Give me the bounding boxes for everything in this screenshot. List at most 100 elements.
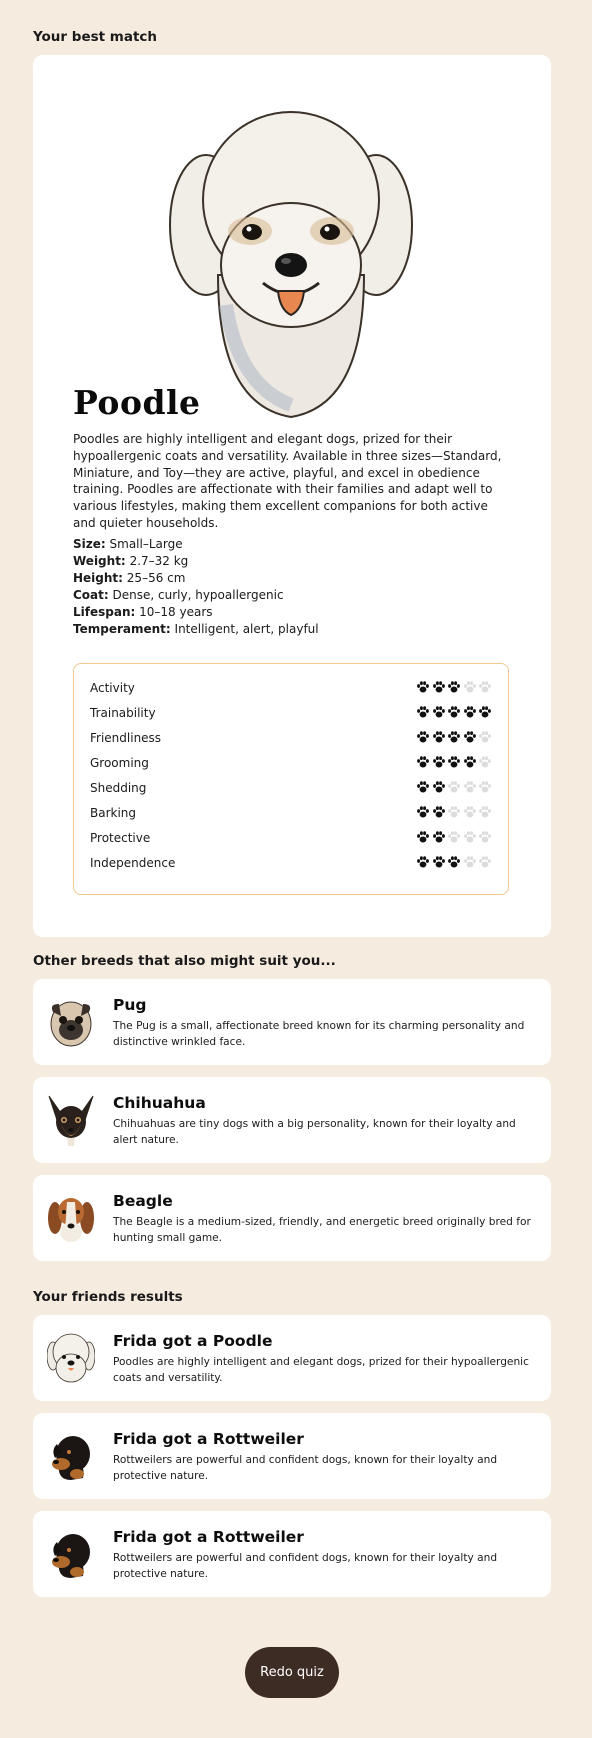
paw-empty-icon: [463, 805, 477, 819]
paw-filled-icon: [416, 780, 430, 794]
fact-value: Intelligent, alert, playful: [174, 622, 319, 636]
paw-empty-icon: [478, 855, 492, 869]
rottweiler-icon: [52, 1534, 90, 1578]
fact-temperament: Temperament: Intelligent, alert, playful: [73, 621, 319, 638]
paw-rating: [415, 830, 493, 846]
breed-card-description: Chihuahuas are tiny dogs with a big pers…: [113, 1118, 516, 1146]
paw-filled-icon: [416, 705, 430, 719]
fact-lifespan: Lifespan: 10–18 years: [73, 604, 319, 621]
breed-card-title: Chihuahua: [113, 1094, 206, 1112]
paw-rating: [415, 755, 493, 771]
paw-empty-icon: [478, 730, 492, 744]
paw-rating: [415, 805, 493, 821]
fact-label: Weight:: [73, 554, 126, 568]
paw-filled-icon: [463, 705, 477, 719]
trait-row-grooming: Grooming: [90, 754, 492, 774]
paw-filled-icon: [416, 805, 430, 819]
fact-label: Size:: [73, 537, 106, 551]
friend-result-description: Rottweilers are powerful and confident d…: [113, 1552, 498, 1580]
friend-result-card[interactable]: Frida got a Poodle Poodles are highly in…: [33, 1315, 551, 1401]
paw-filled-icon: [447, 755, 461, 769]
fact-label: Lifespan:: [73, 605, 136, 619]
friend-result-description: Rottweilers are powerful and confident d…: [113, 1454, 498, 1482]
breed-facts: Size: Small–Large Weight: 2.7–32 kg Heig…: [73, 536, 319, 638]
best-match-heading: Your best match: [33, 29, 158, 45]
fact-value: 10–18 years: [139, 605, 213, 619]
paw-rating: [415, 705, 493, 721]
paw-empty-icon: [478, 680, 492, 694]
paw-filled-icon: [416, 730, 430, 744]
rottweiler-icon: [52, 1436, 90, 1480]
fact-weight: Weight: 2.7–32 kg: [73, 553, 319, 570]
fact-label: Temperament:: [73, 622, 171, 636]
fact-coat: Coat: Dense, curly, hypoallergenic: [73, 587, 319, 604]
trait-row-barking: Barking: [90, 804, 492, 824]
paw-filled-icon: [432, 805, 446, 819]
breed-card-chihuahua[interactable]: Chihuahua Chihuahuas are tiny dogs with …: [33, 1077, 551, 1163]
fact-value: Dense, curly, hypoallergenic: [112, 588, 284, 602]
paw-empty-icon: [447, 780, 461, 794]
beagle-icon: [48, 1198, 94, 1242]
paw-rating: [415, 855, 493, 871]
paw-filled-icon: [478, 705, 492, 719]
paw-filled-icon: [432, 755, 446, 769]
trait-row-friendliness: Friendliness: [90, 729, 492, 749]
fact-value: 25–56 cm: [126, 571, 186, 585]
paw-filled-icon: [416, 755, 430, 769]
paw-empty-icon: [478, 830, 492, 844]
paw-rating: [415, 730, 493, 746]
fact-height: Height: 25–56 cm: [73, 570, 319, 587]
other-breeds-heading: Other breeds that also might suit you...: [33, 953, 336, 969]
breed-card-description: The Pug is a small, affectionate breed k…: [113, 1020, 525, 1048]
paw-empty-icon: [478, 755, 492, 769]
paw-empty-icon: [463, 855, 477, 869]
paw-empty-icon: [478, 805, 492, 819]
poodle-illustration: [169, 111, 413, 419]
trait-name: Barking: [90, 806, 137, 820]
paw-filled-icon: [416, 830, 430, 844]
friend-result-card[interactable]: Frida got a Rottweiler Rottweilers are p…: [33, 1413, 551, 1499]
paw-empty-icon: [463, 680, 477, 694]
paw-filled-icon: [447, 705, 461, 719]
friend-result-title: Frida got a Rottweiler: [113, 1528, 304, 1546]
breed-card-description: The Beagle is a medium-sized, friendly, …: [113, 1216, 531, 1244]
trait-name: Shedding: [90, 781, 147, 795]
trait-name: Friendliness: [90, 731, 162, 745]
paw-filled-icon: [416, 680, 430, 694]
fact-label: Coat:: [73, 588, 109, 602]
poodle-icon: [47, 1333, 95, 1383]
paw-filled-icon: [432, 780, 446, 794]
breed-card-title: Pug: [113, 996, 147, 1014]
trait-name: Trainability: [90, 706, 156, 720]
paw-rating: [415, 780, 493, 796]
breed-card-pug[interactable]: Pug The Pug is a small, affectionate bre…: [33, 979, 551, 1065]
paw-empty-icon: [478, 780, 492, 794]
paw-filled-icon: [432, 705, 446, 719]
paw-filled-icon: [463, 755, 477, 769]
paw-filled-icon: [432, 730, 446, 744]
trait-row-trainability: Trainability: [90, 704, 492, 724]
breed-title: Poodle: [73, 383, 201, 422]
paw-filled-icon: [447, 855, 461, 869]
trait-row-independence: Independence: [90, 854, 492, 874]
redo-quiz-button[interactable]: Redo quiz: [245, 1647, 339, 1698]
breed-card-beagle[interactable]: Beagle The Beagle is a medium-sized, fri…: [33, 1175, 551, 1261]
trait-name: Protective: [90, 831, 151, 845]
best-match-card: Poodle Poodles are highly intelligent an…: [33, 55, 551, 937]
fact-value: 2.7–32 kg: [129, 554, 189, 568]
trait-ratings-panel: Activity Trainability Friendliness Groom…: [73, 663, 509, 895]
pug-icon: [50, 1001, 92, 1047]
trait-row-activity: Activity: [90, 679, 492, 699]
friend-result-card[interactable]: Frida got a Rottweiler Rottweilers are p…: [33, 1511, 551, 1597]
fact-label: Height:: [73, 571, 123, 585]
paw-filled-icon: [447, 680, 461, 694]
fact-value: Small–Large: [109, 537, 183, 551]
friend-result-title: Frida got a Rottweiler: [113, 1430, 304, 1448]
chihuahua-icon: [48, 1095, 94, 1146]
paw-filled-icon: [432, 830, 446, 844]
friend-result-description: Poodles are highly intelligent and elega…: [113, 1356, 529, 1384]
breed-description: Poodles are highly intelligent and elega…: [73, 432, 502, 530]
paw-rating: [415, 680, 493, 696]
paw-empty-icon: [447, 805, 461, 819]
paw-empty-icon: [463, 780, 477, 794]
